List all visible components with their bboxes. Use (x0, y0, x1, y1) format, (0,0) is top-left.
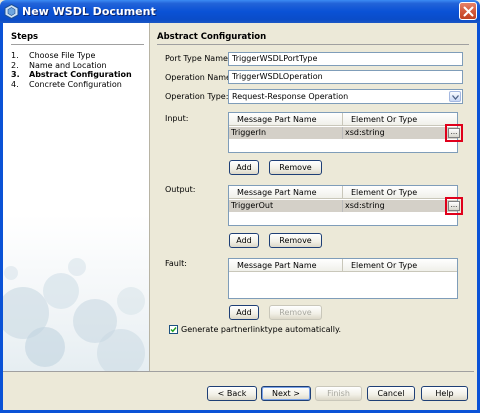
step-item: 4. Concrete Configuration (11, 80, 132, 90)
next-button[interactable]: Next > (261, 386, 311, 401)
fault-remove-button: Remove (269, 305, 322, 320)
close-button[interactable] (459, 2, 477, 20)
column-header[interactable]: Message Part Name (229, 113, 343, 126)
output-table[interactable]: Message Part Name Element Or Type Trigge… (228, 185, 458, 226)
port-type-label: Port Type Name: (165, 54, 231, 63)
steps-panel: Steps 1. Choose File Type 2. Name and Loca… (3, 23, 150, 371)
operation-type-select[interactable]: Request-Response Operation (228, 89, 463, 104)
finish-button: Finish (315, 386, 362, 401)
table-row[interactable]: TriggerOut xsd:string (229, 200, 457, 212)
title-bar[interactable]: New WSDL Document (0, 0, 480, 23)
step-label: Concrete Configuration (29, 79, 122, 89)
table-header: Message Part Name Element Or Type (229, 113, 457, 126)
column-header[interactable]: Message Part Name (229, 259, 343, 272)
step-label: Choose File Type (29, 51, 96, 60)
step-number: 1. (11, 51, 19, 60)
steps-list: 1. Choose File Type 2. Name and Location 3… (11, 51, 132, 89)
wizard-button-bar: < Back Next > Finish Cancel Help (3, 371, 474, 410)
operation-type-label: Operation Type: (165, 92, 229, 101)
table-header: Message Part Name Element Or Type (229, 186, 457, 199)
output-label: Output: (165, 185, 196, 194)
message-part-name-cell[interactable]: TriggerOut (229, 200, 343, 212)
netbeans-icon (4, 3, 19, 20)
column-header[interactable]: Element Or Type (343, 113, 457, 126)
input-label: Input: (165, 114, 189, 123)
highlight-box (445, 124, 463, 142)
step-item: 1. Choose File Type (11, 51, 132, 61)
step-item-current: 3. Abstract Configuration (11, 70, 132, 80)
dropdown-button[interactable] (449, 91, 461, 102)
partnerlink-checkbox[interactable] (169, 325, 178, 334)
operation-type-value: Request-Response Operation (232, 92, 349, 101)
chevron-down-icon (452, 95, 459, 100)
input-table[interactable]: Message Part Name Element Or Type Trigge… (228, 112, 458, 153)
step-label: Abstract Configuration (29, 70, 132, 79)
operation-name-label: Operation Name: (165, 73, 234, 82)
input-add-button[interactable]: Add (229, 160, 259, 175)
decorative-bubbles-image (3, 258, 145, 371)
content-panel: Abstract Configuration Port Type Name: T… (151, 23, 474, 371)
fault-label: Fault: (165, 259, 187, 268)
step-number: 2. (11, 60, 19, 70)
column-header[interactable]: Element Or Type (343, 186, 457, 199)
port-type-input[interactable]: TriggerWSDLPortType (228, 52, 463, 66)
table-header: Message Part Name Element Or Type (229, 259, 457, 272)
steps-divider (11, 44, 144, 45)
checkmark-icon (170, 327, 177, 333)
column-header[interactable]: Element Or Type (343, 259, 457, 272)
operation-name-input[interactable]: TriggerWSDLOperation (228, 70, 463, 84)
element-type-cell[interactable]: xsd:string (343, 200, 443, 212)
cancel-button[interactable]: Cancel (367, 386, 415, 401)
step-number: 4. (11, 79, 19, 89)
fault-table[interactable]: Message Part Name Element Or Type (228, 258, 458, 299)
message-part-name-cell[interactable]: TriggerIn (229, 127, 343, 139)
window-title: New WSDL Document (22, 5, 156, 18)
step-label: Name and Location (29, 60, 107, 70)
content-divider (157, 44, 469, 45)
output-remove-button[interactable]: Remove (269, 233, 322, 248)
output-add-button[interactable]: Add (229, 233, 259, 248)
element-type-cell[interactable]: xsd:string (343, 127, 443, 139)
table-row[interactable]: TriggerIn xsd:string (229, 127, 457, 139)
content-title: Abstract Configuration (157, 32, 267, 42)
highlight-box (445, 197, 463, 215)
steps-title: Steps (11, 32, 39, 42)
partnerlink-checkbox-label[interactable]: Generate partnerlinktype automatically. (181, 325, 341, 334)
fault-add-button[interactable]: Add (229, 305, 259, 320)
step-item: 2. Name and Location (11, 61, 132, 71)
back-button[interactable]: < Back (207, 386, 257, 401)
help-button[interactable]: Help (421, 386, 468, 401)
input-remove-button[interactable]: Remove (269, 160, 322, 175)
column-header[interactable]: Message Part Name (229, 186, 343, 199)
step-number: 3. (11, 70, 20, 79)
close-icon (463, 6, 474, 17)
